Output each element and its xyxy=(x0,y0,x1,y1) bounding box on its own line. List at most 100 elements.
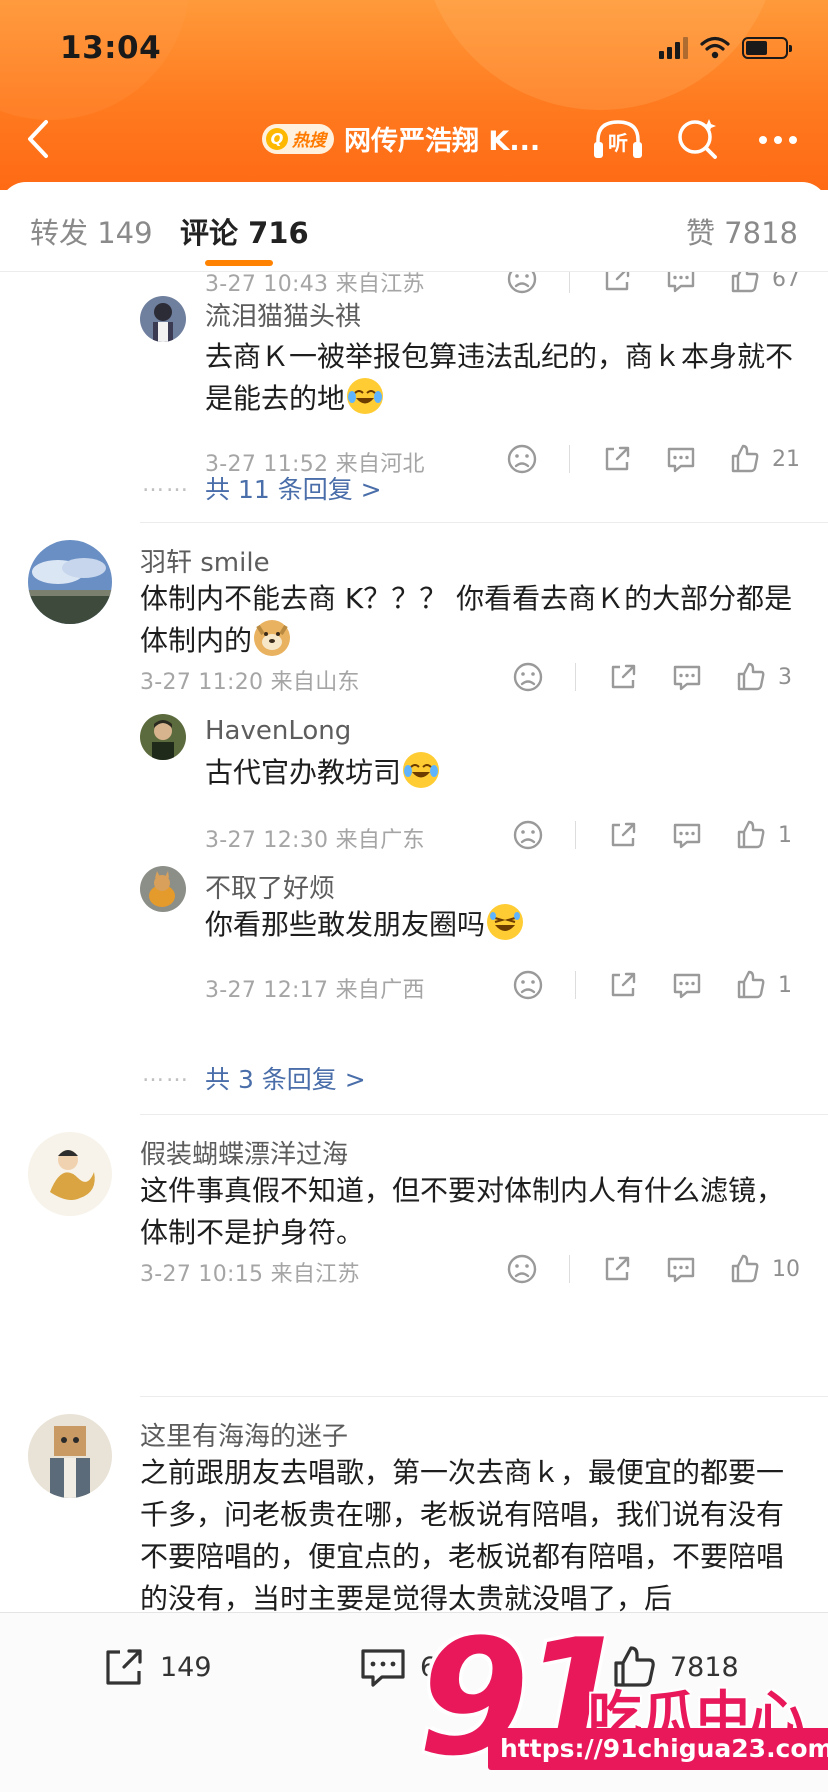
divider xyxy=(575,821,576,849)
separator xyxy=(140,1114,828,1115)
reply-bubble-icon[interactable] xyxy=(670,968,704,1002)
username[interactable]: 这里有海海的迷子 xyxy=(140,1416,348,1453)
comment-text: 古代官办教坊司 xyxy=(205,752,805,794)
username[interactable]: 不取了好烦 xyxy=(205,868,335,905)
active-tab-indicator xyxy=(205,260,273,266)
more-replies-dots: …… xyxy=(142,1062,190,1087)
comment-body: 你看那些敢发朋友圈吗 xyxy=(205,908,486,941)
comment-actions: 3 xyxy=(481,660,800,694)
divider xyxy=(575,663,576,691)
reply-bubble-icon[interactable] xyxy=(670,660,704,694)
username[interactable]: HavenLong xyxy=(205,716,351,746)
user-avatar[interactable] xyxy=(28,1132,112,1216)
more-options-icon[interactable] xyxy=(752,114,808,164)
like-count: 67 xyxy=(772,272,800,292)
comment-body: 去商Ｋ一被举报包算违法乱纪的，商ｋ本身就不是能去的地 xyxy=(205,340,794,415)
user-avatar[interactable] xyxy=(28,540,112,624)
dislike-icon[interactable] xyxy=(505,272,539,296)
like-count: 10 xyxy=(772,1256,800,1282)
like-count: 1 xyxy=(778,972,792,998)
username[interactable]: 流泪猫猫头祺 xyxy=(205,296,361,333)
like-thumb-icon[interactable] xyxy=(734,968,768,1002)
more-replies-link[interactable]: 共 3 条回复 > xyxy=(205,1060,366,1096)
comment-actions: 10 xyxy=(475,1252,800,1286)
cellular-signal-icon xyxy=(659,37,688,59)
dislike-icon[interactable] xyxy=(511,660,545,694)
comment-body: 古代官办教坊司 xyxy=(205,756,402,789)
username[interactable]: 假装蝴蝶漂洋过海 xyxy=(140,1134,348,1171)
like-thumb-icon[interactable] xyxy=(728,1252,762,1286)
divider xyxy=(569,272,570,293)
like-count: 3 xyxy=(778,664,792,690)
comment-actions: 67 xyxy=(475,272,800,296)
tab-likes[interactable]: 赞 7818 xyxy=(686,210,798,252)
search-icon[interactable] xyxy=(670,114,726,164)
share-icon[interactable] xyxy=(600,442,634,476)
comment-body: 体制内不能去商 K？？？ 你看看去商Ｋ的大部分都是体制内的 xyxy=(140,582,793,657)
comment-meta: 3-27 11:20 来自山东 xyxy=(140,670,360,695)
comment-list: 3-27 10:43 来自江苏 67 流泪猫猫头祺 去商Ｋ一被举报包算违法乱纪的… xyxy=(0,272,828,1612)
hot-search-badge: Q 热搜 xyxy=(262,123,334,154)
status-time: 13:04 xyxy=(60,30,162,66)
comment-text: 之前跟朋友去唱歌，第一次去商ｋ，最便宜的都要一千多，问老板贵在哪，老板说有陪唱，… xyxy=(140,1456,785,1612)
status-icons xyxy=(659,36,792,60)
like-count: 1 xyxy=(778,822,792,848)
more-replies-dots: …… xyxy=(142,472,190,497)
hot-search-label: 热搜 xyxy=(292,131,326,151)
reply-bubble-icon[interactable] xyxy=(670,818,704,852)
tab-bar: 转发 149 评论 716 赞 7818 xyxy=(0,182,828,272)
hot-search-icon: Q xyxy=(266,127,288,150)
comment-text: 这件事真假不知道，但不要对体制内人有什么滤镜，体制不是护身符。 xyxy=(140,1174,785,1249)
like-thumb-icon[interactable] xyxy=(728,272,762,296)
page-title: 网传严浩翔 K... xyxy=(344,126,541,157)
share-icon[interactable] xyxy=(606,818,640,852)
like-thumb-icon[interactable] xyxy=(728,442,762,476)
battery-icon xyxy=(742,37,792,59)
share-icon[interactable] xyxy=(600,1252,634,1286)
like-thumb-icon[interactable] xyxy=(734,818,768,852)
dislike-icon[interactable] xyxy=(511,968,545,1002)
listen-label: 听 xyxy=(608,131,628,155)
user-avatar[interactable] xyxy=(140,714,186,760)
tab-comments[interactable]: 评论 716 xyxy=(180,210,309,252)
comment-bubble-icon xyxy=(361,1649,405,1687)
header-bar: 13:04 Q 热搜 网传严浩翔 K... 听 xyxy=(0,0,828,190)
comment-meta: 3-27 12:30 来自广东 xyxy=(205,828,425,853)
comment-text: 你看那些敢发朋友圈吗 xyxy=(205,904,805,946)
wifi-icon xyxy=(700,36,730,59)
tab-repost[interactable]: 转发 149 xyxy=(30,210,153,252)
laugh-cry-emoji-icon xyxy=(403,752,440,788)
reply-bubble-icon[interactable] xyxy=(664,1252,698,1286)
reply-bubble-icon[interactable] xyxy=(664,272,698,296)
laughing-emoji-icon xyxy=(487,904,524,940)
user-avatar[interactable] xyxy=(28,1414,112,1498)
share-icon[interactable] xyxy=(600,272,634,296)
user-avatar[interactable] xyxy=(140,296,186,342)
laugh-cry-emoji-icon xyxy=(347,378,384,414)
comment-meta: 3-27 10:15 来自江苏 xyxy=(140,1262,360,1287)
comment-meta: 3-27 12:17 来自广西 xyxy=(205,978,425,1003)
title-group[interactable]: Q 热搜 网传严浩翔 K... xyxy=(262,119,540,158)
repost-button[interactable]: 149 xyxy=(100,1643,212,1691)
dislike-icon[interactable] xyxy=(505,442,539,476)
comment-actions: 1 xyxy=(481,968,800,1002)
repost-count: 149 xyxy=(160,1651,212,1683)
dislike-icon[interactable] xyxy=(511,818,545,852)
reply-bubble-icon[interactable] xyxy=(664,442,698,476)
user-avatar[interactable] xyxy=(140,866,186,912)
like-thumb-icon[interactable] xyxy=(734,660,768,694)
repost-icon xyxy=(106,1649,142,1685)
more-replies-link[interactable]: 共 11 条回复 > xyxy=(205,470,382,506)
back-arrow-icon[interactable] xyxy=(20,114,60,164)
listen-headphones-icon[interactable]: 听 xyxy=(590,114,646,164)
separator xyxy=(140,1396,828,1397)
watermark-url: https://91chigua23.com xyxy=(488,1728,828,1770)
username[interactable]: 羽轩 smile xyxy=(140,542,270,579)
share-icon[interactable] xyxy=(606,660,640,694)
comment-actions: 1 xyxy=(481,818,800,852)
divider xyxy=(569,1255,570,1283)
comment-actions: 21 xyxy=(475,442,800,476)
share-icon[interactable] xyxy=(606,968,640,1002)
dislike-icon[interactable] xyxy=(505,1252,539,1286)
nav-bar: Q 热搜 网传严浩翔 K... 听 xyxy=(0,110,828,170)
